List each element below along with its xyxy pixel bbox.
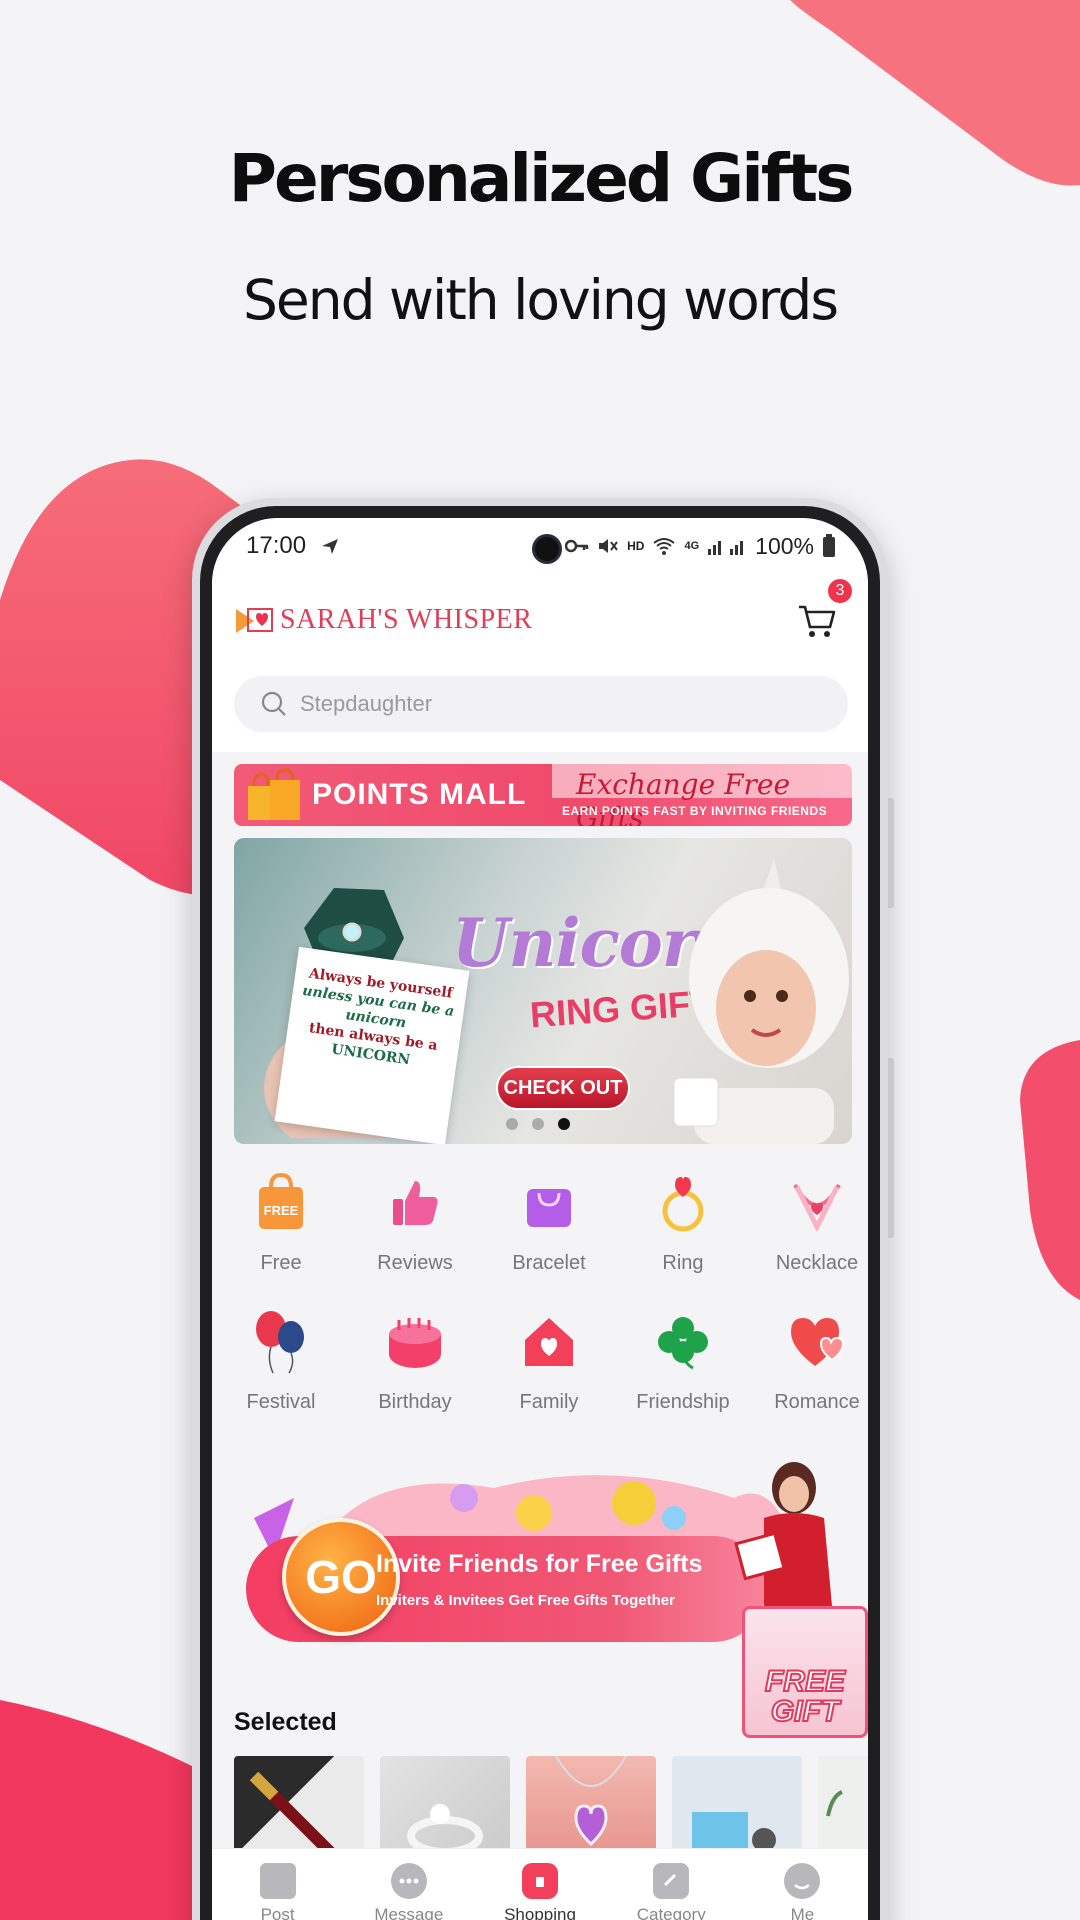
hearts-icon	[784, 1309, 850, 1375]
tab-post[interactable]: Post	[212, 1862, 343, 1920]
check-out-button[interactable]: CHECK OUT	[496, 1066, 630, 1110]
tab-me[interactable]: Me	[737, 1862, 868, 1920]
free-gift-line-1: FREE	[764, 1665, 846, 1698]
ring-icon	[650, 1170, 716, 1236]
points-mall-title: POINTS MALL	[312, 778, 527, 811]
category-romance[interactable]: Romance	[750, 1301, 868, 1414]
category-birthday[interactable]: Birthday	[348, 1301, 482, 1414]
battery-percent: 100%	[755, 532, 814, 559]
tab-label: Me	[790, 1904, 815, 1920]
heart-envelope-icon	[236, 608, 273, 633]
tab-label: Shopping	[504, 1904, 576, 1920]
send-icon	[322, 539, 339, 554]
category-necklace[interactable]: Necklace	[750, 1162, 868, 1275]
invite-friends-banner[interactable]: GO Invite Friends for Free Gifts Inviter…	[234, 1458, 868, 1738]
house-icon	[516, 1309, 582, 1375]
category-label: Bracelet	[512, 1252, 586, 1274]
category-label: Free	[260, 1252, 302, 1274]
category-label: Family	[519, 1391, 579, 1413]
diamond-icon	[259, 1862, 296, 1899]
app-header: SARAH'S WHISPER 3	[212, 574, 868, 666]
free-gift-badge[interactable]: FREE GIFT	[742, 1606, 868, 1738]
carousel-dot[interactable]	[506, 1118, 518, 1130]
cart-icon	[799, 605, 836, 637]
search-icon	[261, 691, 286, 716]
cart-count-badge: 3	[826, 577, 854, 605]
free-gift-line-2: GIFT	[770, 1695, 840, 1728]
carousel-dot-active[interactable]	[558, 1118, 570, 1130]
shopping-bags-icon	[248, 768, 300, 820]
tab-shopping[interactable]: Shopping	[474, 1862, 605, 1920]
front-camera	[532, 534, 562, 564]
tab-label: Post	[260, 1904, 295, 1920]
promo-carousel[interactable]: Always be yourself unless you can be a u…	[234, 838, 852, 1144]
necklace-icon	[784, 1170, 850, 1236]
category-label: Friendship	[636, 1391, 730, 1413]
category-label: Birthday	[378, 1391, 452, 1413]
carousel-dot[interactable]	[532, 1118, 544, 1130]
child-unicorn-image	[673, 858, 849, 1144]
decorative-blob-right	[1020, 1040, 1080, 1300]
category-label: Ring	[662, 1252, 704, 1274]
mute-icon	[599, 539, 618, 553]
category-label: Festival	[246, 1391, 316, 1413]
signal-icon	[708, 541, 744, 555]
key-icon	[565, 539, 589, 553]
hero-title: Personalized Gifts	[228, 140, 855, 217]
phone-side-button	[888, 798, 894, 908]
hero-subtitle: Send with loving words	[242, 268, 839, 332]
user-icon	[784, 1862, 821, 1899]
category-festival[interactable]: Festival	[214, 1301, 348, 1414]
bag-icon	[516, 1170, 582, 1236]
wifi-icon	[653, 538, 676, 555]
category-reviews[interactable]: Reviews	[348, 1162, 482, 1275]
battery-icon	[823, 534, 835, 557]
status-time: 17:00	[246, 532, 307, 559]
tab-label: Message	[374, 1904, 444, 1920]
points-mall-subtitle: EARN POINTS FAST BY INVITING FRIENDS	[562, 804, 828, 818]
free-badge-text: FREE	[264, 1203, 299, 1218]
category-grid: FREE Free Reviews Bracelet Ring Necklace…	[212, 1162, 868, 1414]
carousel-dots	[506, 1118, 570, 1130]
brand-name: SARAH'S WHISPER	[280, 604, 533, 635]
chat-icon	[390, 1862, 427, 1899]
cart-button[interactable]: 3	[796, 577, 854, 641]
quote-card: Always be yourself unless you can be a u…	[274, 946, 470, 1144]
search-input[interactable]: Stepdaughter	[234, 676, 848, 732]
clover-icon	[650, 1309, 716, 1375]
cake-icon	[382, 1309, 448, 1375]
selected-section-title: Selected	[234, 1708, 337, 1736]
balloons-icon	[248, 1309, 314, 1375]
bottom-nav: Post Message Shopping Category Me	[212, 1848, 868, 1920]
app-screen: 17:00 HD 4G 100% SARAH'S WHISPER 3 Stepd…	[212, 518, 868, 1920]
category-ring[interactable]: Ring	[616, 1162, 750, 1275]
decorative-blob-bottom-left	[0, 1700, 200, 1920]
tab-label: Category	[636, 1904, 706, 1920]
hd-label: HD	[627, 539, 645, 553]
signal-4g-label: 4G	[684, 540, 700, 552]
tag-icon	[653, 1862, 690, 1899]
category-bracelet[interactable]: Bracelet	[482, 1162, 616, 1275]
phone-side-button	[888, 1058, 894, 1238]
phone-frame: 17:00 HD 4G 100% SARAH'S WHISPER 3 Stepd…	[192, 498, 894, 1920]
search-area: Stepdaughter	[212, 666, 868, 752]
shop-icon	[522, 1862, 558, 1899]
brand-logo[interactable]: SARAH'S WHISPER	[234, 604, 532, 636]
category-family[interactable]: Family	[482, 1301, 616, 1414]
category-free[interactable]: FREE Free	[214, 1162, 348, 1275]
points-mall-banner[interactable]: POINTS MALL Exchange Free Gifts EARN POI…	[234, 764, 852, 826]
category-friendship[interactable]: Friendship	[616, 1301, 750, 1414]
search-placeholder: Stepdaughter	[300, 691, 433, 716]
invite-subtitle: Inviters & Invitees Get Free Gifts Toget…	[376, 1592, 675, 1609]
thumbs-up-icon	[382, 1170, 448, 1236]
category-label: Reviews	[377, 1252, 453, 1274]
invite-title: Invite Friends for Free Gifts	[376, 1550, 703, 1578]
category-label: Necklace	[775, 1252, 859, 1274]
free-bag-icon: FREE	[248, 1170, 314, 1236]
category-label: Romance	[774, 1391, 860, 1413]
tab-message[interactable]: Message	[343, 1862, 474, 1920]
tab-category[interactable]: Category	[606, 1862, 737, 1920]
